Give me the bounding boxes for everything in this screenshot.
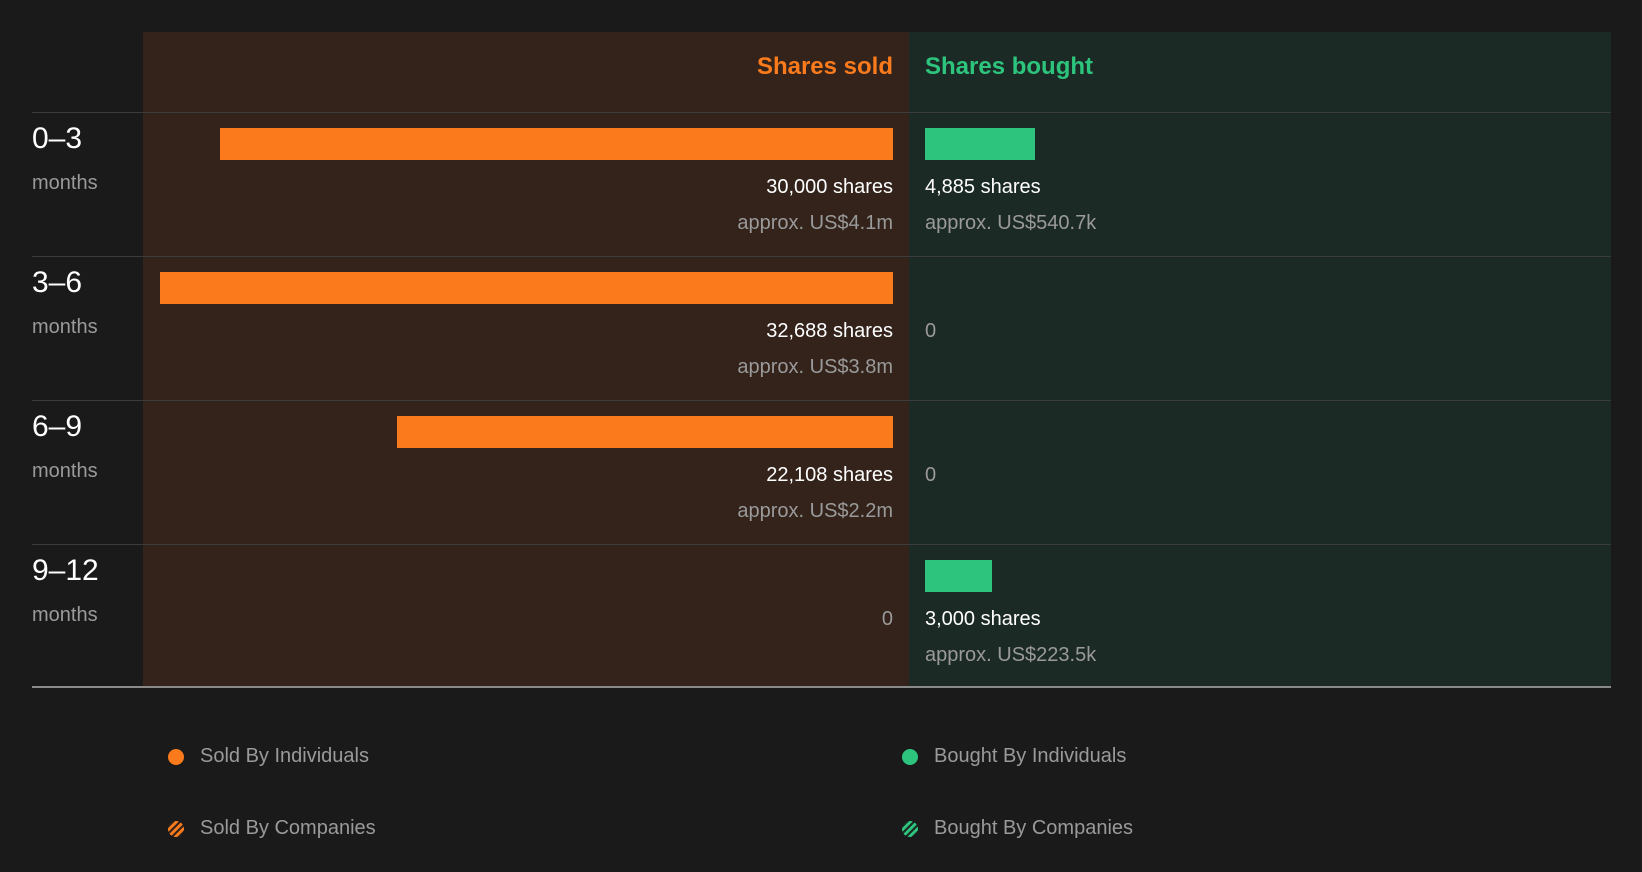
legend-sold-by-individuals: Sold By Individuals [168, 745, 369, 768]
green-dot-icon [902, 748, 918, 765]
legend-label: Sold By Individuals [200, 745, 369, 767]
orange-dot-icon [168, 748, 184, 765]
bought-value-label: approx. US$540.7k [925, 212, 1097, 234]
period-unit-label: months [32, 460, 98, 482]
green-striped-dot-icon [902, 820, 918, 837]
legend-label: Sold By Companies [200, 817, 376, 839]
insider-trading-chart: Shares sold Shares bought 0–3 months 30,00… [0, 0, 1642, 700]
legend-label: Bought By Companies [934, 817, 1134, 839]
sold-bar [397, 416, 893, 448]
period-label: 6–9 [32, 410, 83, 443]
bought-zero-label: 0 [925, 464, 937, 486]
shares-bought-header: Shares bought [925, 53, 1094, 80]
legend-bought-by-individuals: Bought By Individuals [902, 745, 1126, 768]
period-label: 3–6 [32, 266, 83, 299]
legend-bought-by-companies: Bought By Companies [902, 817, 1133, 840]
period-unit-label: months [32, 172, 98, 194]
sold-shares-label: 22,108 shares [766, 464, 893, 486]
period-label: 0–3 [32, 122, 83, 155]
shares-sold-header: Shares sold [756, 53, 893, 80]
period-unit-label: months [32, 604, 98, 626]
sold-shares-label: 32,688 shares [766, 320, 893, 342]
period-unit-label: months [32, 316, 98, 338]
sold-bar [220, 128, 893, 160]
sold-bar [160, 272, 893, 304]
sold-value-label: approx. US$2.2m [737, 500, 893, 522]
bought-value-label: approx. US$223.5k [925, 644, 1097, 666]
bought-bar [925, 128, 1035, 160]
orange-striped-dot-icon [168, 820, 184, 837]
period-row: 9–12 months 0 3,000 shares approx. US$223.5k [0, 544, 1642, 688]
sold-shares-label: 30,000 shares [766, 176, 893, 198]
legend-sold-by-companies: Sold By Companies [168, 817, 376, 840]
period-row: 0–3 months 30,000 shares approx. US$4.1m 4,8… [0, 112, 1642, 256]
bought-bar [925, 560, 993, 592]
bought-shares-label: 3,000 shares [925, 608, 1041, 630]
legend-label: Bought By Individuals [934, 745, 1127, 767]
period-row: 6–9 months 22,108 shares approx. US$2.2m 0 [0, 400, 1642, 544]
period-label: 9–12 [32, 554, 99, 587]
sold-value-label: approx. US$3.8m [737, 356, 893, 378]
sold-value-label: approx. US$4.1m [737, 212, 893, 234]
bought-zero-label: 0 [925, 320, 937, 342]
period-row: 3–6 months 32,688 shares approx. US$3.8m 0 [0, 256, 1642, 400]
bought-shares-label: 4,885 shares [925, 176, 1041, 198]
sold-zero-label: 0 [881, 608, 893, 630]
